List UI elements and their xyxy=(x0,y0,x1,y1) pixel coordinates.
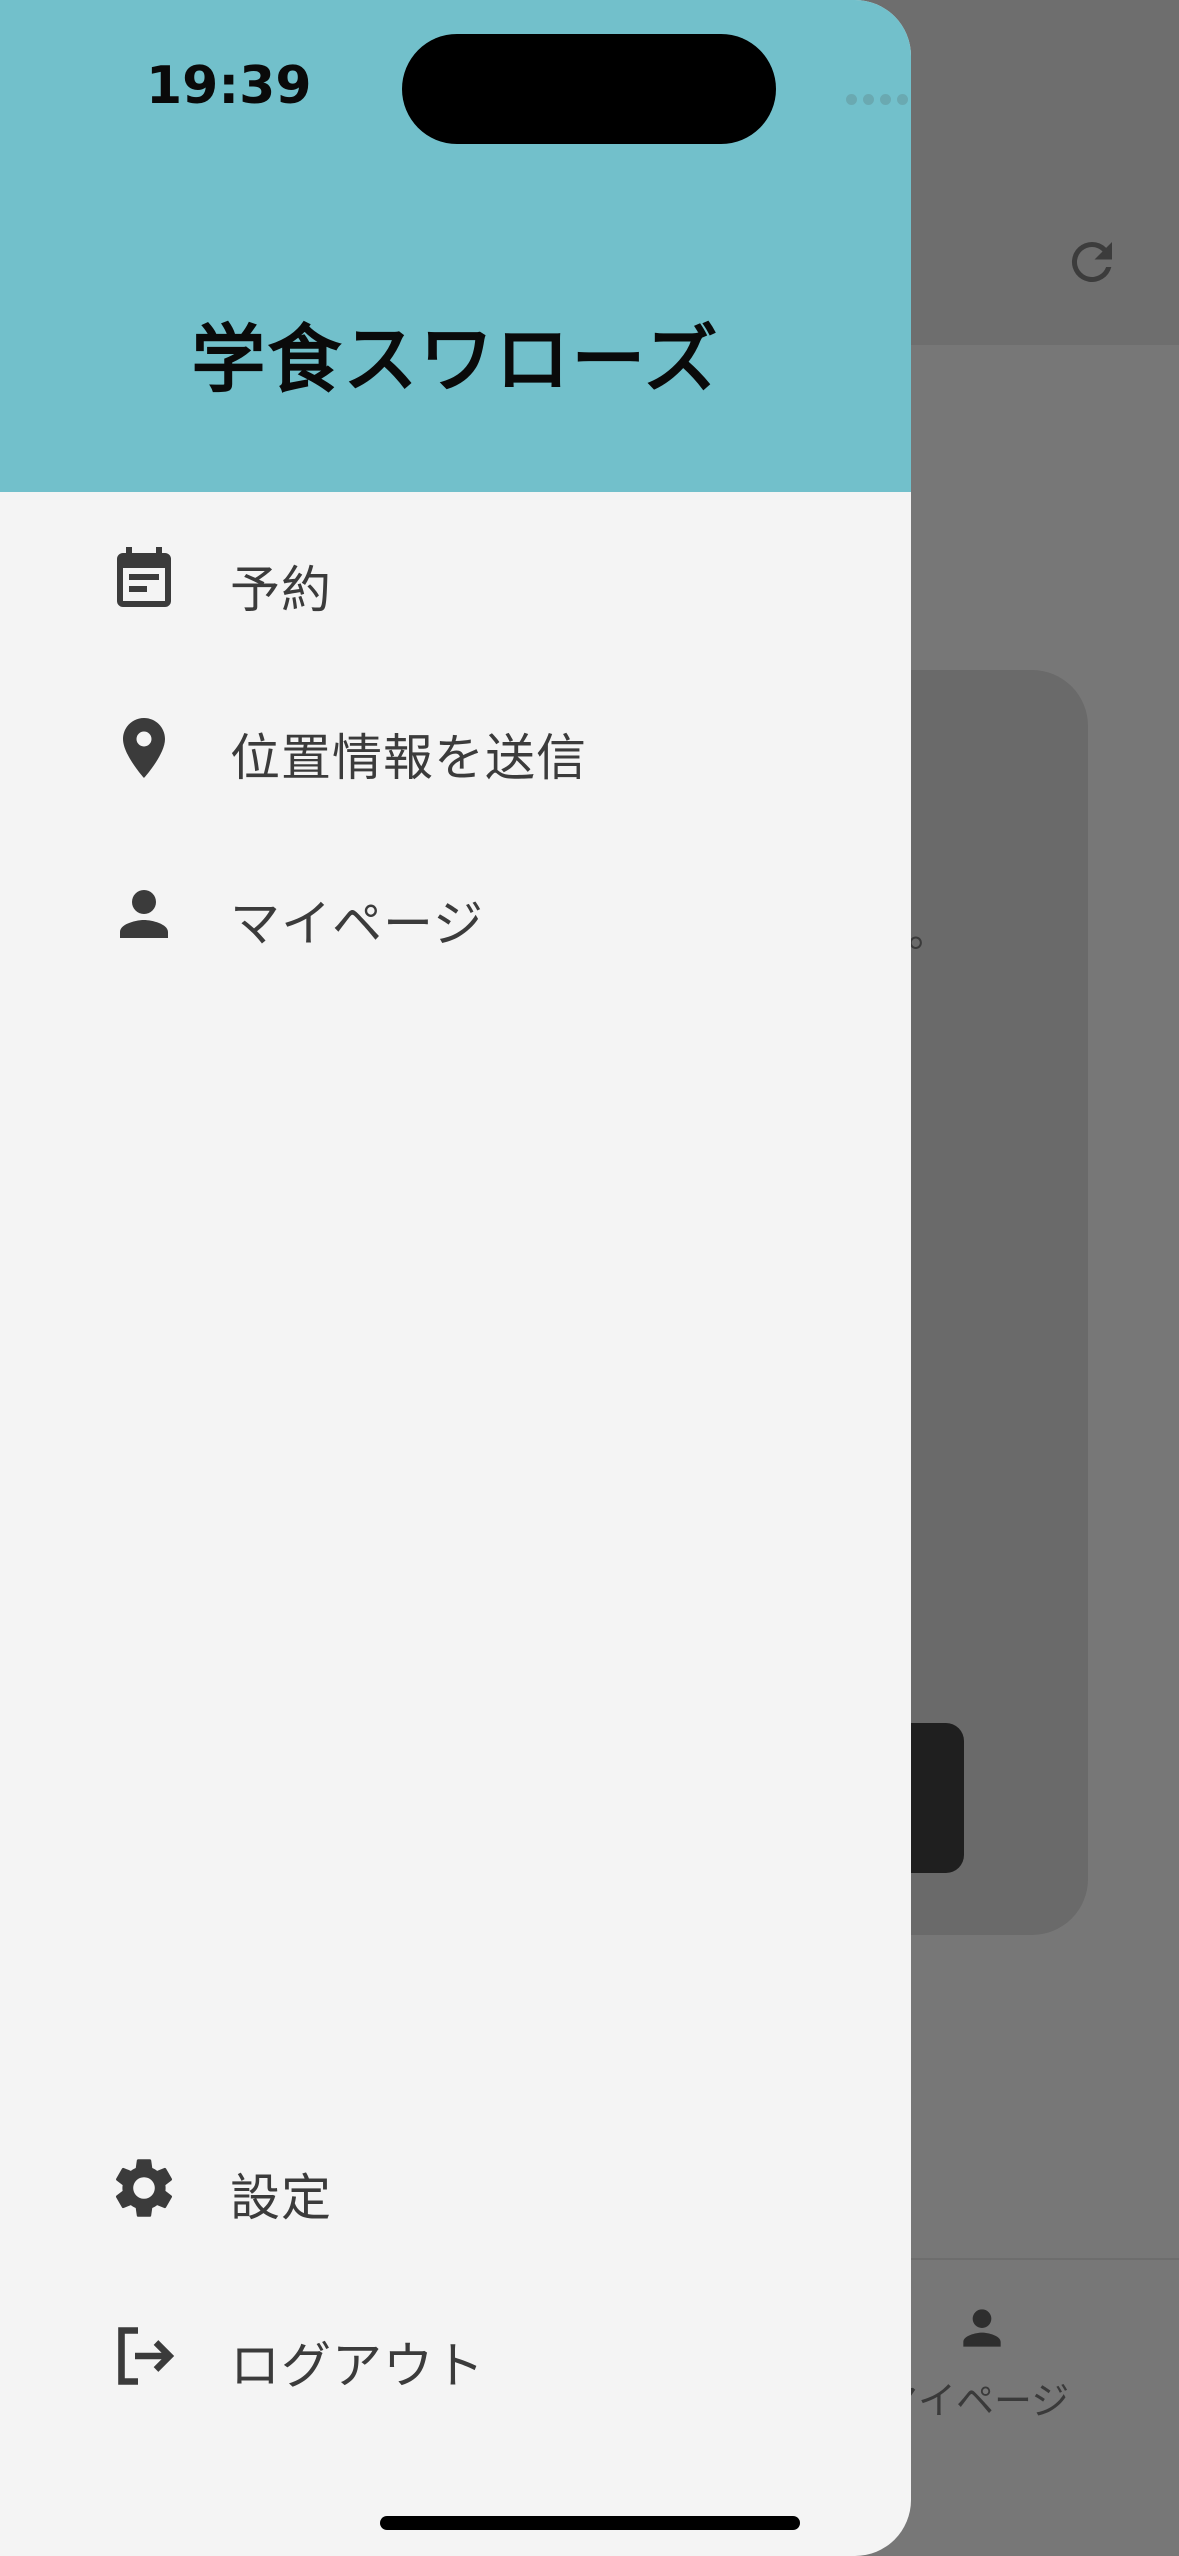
background-card-text: 。 xyxy=(908,910,948,956)
home-indicator xyxy=(380,2516,800,2530)
menu-item-label: マイページ xyxy=(230,895,484,953)
menu-item-label: 設定 xyxy=(230,2169,332,2227)
gear-icon xyxy=(108,2152,180,2224)
location-pin-icon xyxy=(108,712,180,784)
person-icon xyxy=(108,878,180,950)
menu-item-mypage[interactable]: マイページ xyxy=(0,848,911,968)
dynamic-island xyxy=(402,34,776,144)
menu-item-settings[interactable]: 設定 xyxy=(0,2122,911,2242)
menu-item-label: 位置情報を送信 xyxy=(230,729,587,787)
navigation-drawer: 学食スワローズ 19:39 予約 位置情報を送信 マイページ 設定 ログアウト xyxy=(0,0,911,2556)
refresh-icon[interactable] xyxy=(1062,232,1122,292)
person-icon xyxy=(954,2300,1010,2356)
signal-dots xyxy=(846,94,908,105)
menu-item-label: ログアウト xyxy=(230,2337,485,2395)
menu-item-label: 予約 xyxy=(230,561,332,619)
logout-icon xyxy=(108,2320,180,2392)
menu-item-send-location[interactable]: 位置情報を送信 xyxy=(0,682,911,802)
menu-item-reservation[interactable]: 予約 xyxy=(0,514,911,634)
drawer-title: 学食スワローズ xyxy=(191,317,720,403)
status-time: 19:39 xyxy=(146,56,312,116)
menu-item-logout[interactable]: ログアウト xyxy=(0,2290,911,2410)
calendar-icon xyxy=(108,544,180,616)
